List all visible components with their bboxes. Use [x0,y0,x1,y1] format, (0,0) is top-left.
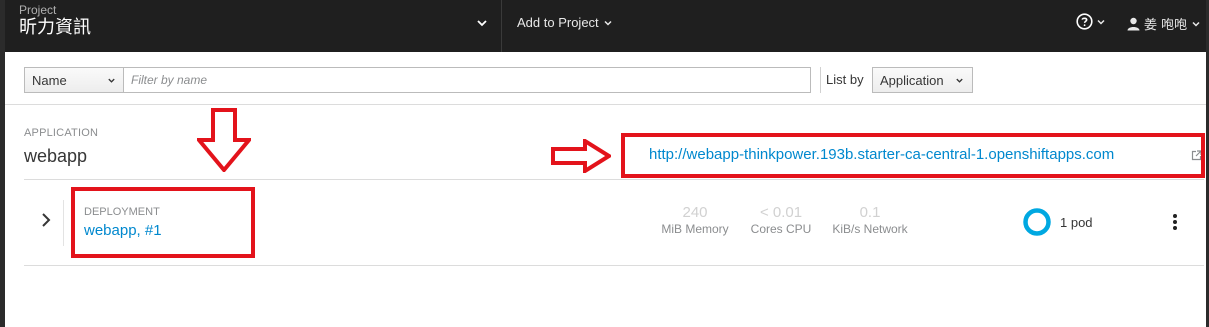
user-name: 姜 咆咆 [1144,18,1188,33]
user-icon [1127,17,1140,30]
metric-label: Cores CPU [750,222,812,236]
help-menu[interactable] [1076,13,1106,30]
chevron-down-icon [1097,19,1105,25]
list-by-select[interactable]: Application [872,67,973,93]
toolbar-divider [820,67,821,93]
filter-input[interactable]: Filter by name [123,67,811,93]
project-selector[interactable]: Project 昕力資訊 [5,0,502,52]
pod-count-label: 1 pod [1060,215,1093,230]
application-divider [24,179,1204,180]
pod-donut[interactable] [1022,207,1052,237]
list-by-label: List by [826,72,864,87]
filter-field-select[interactable]: Name [24,67,124,93]
chevron-right-icon[interactable] [40,212,52,228]
screenshot-frame: Project 昕力資訊 Add to Project 姜 咆咆 Name Fi… [0,0,1209,327]
row-separator [63,200,64,246]
metric-value: 240 [682,204,708,221]
chevron-down-icon [108,78,115,83]
deployment-annotation-box [71,187,255,258]
metric-label: MiB Memory [661,222,729,236]
application-caption: APPLICATION [24,127,99,139]
list-by-value: Application [880,73,944,88]
filter-field-value: Name [32,73,67,88]
add-to-project-label: Add to Project [517,15,599,30]
chevron-down-icon [1192,21,1200,27]
user-menu[interactable]: 姜 咆咆 [1127,14,1201,33]
metric-memory: 240 MiB Memory [650,204,740,236]
left-window-edge [0,0,5,327]
chevron-down-icon[interactable] [475,16,489,30]
application-name: webapp [24,146,88,166]
right-arrow-annotation [551,139,611,173]
down-arrow-annotation [197,108,251,172]
metric-cpu: < 0.01 Cores CPU [745,204,817,236]
kebab-icon[interactable] [1172,213,1178,231]
metric-label: KiB/s Network [832,222,908,236]
filter-toolbar: Name Filter by name List by Application [5,52,1206,105]
chevron-down-icon [956,78,963,83]
route-annotation-box [621,133,1205,178]
help-icon [1076,13,1093,30]
project-name: 昕力資訊 [19,17,91,38]
metric-value: 0.1 [859,204,881,221]
top-navbar: Project 昕力資訊 Add to Project 姜 咆咆 [0,0,1209,52]
metric-network: 0.1 KiB/s Network [825,204,915,236]
chevron-down-icon [604,20,612,26]
add-to-project-menu[interactable]: Add to Project [517,15,613,30]
row-divider [24,265,1204,266]
metric-value: < 0.01 [759,204,803,221]
